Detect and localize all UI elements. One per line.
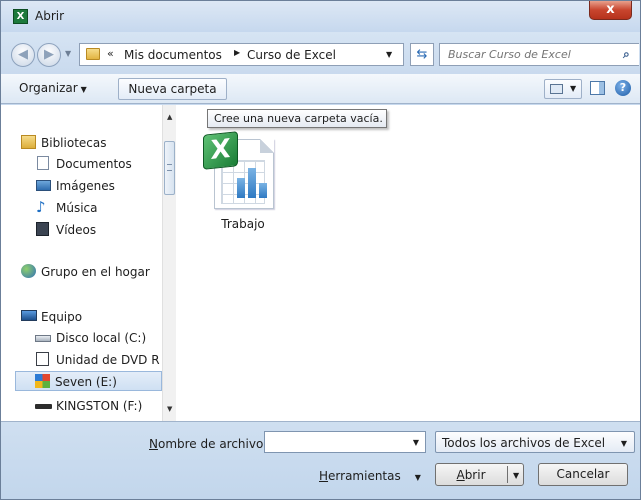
navigation-pane: Bibliotecas Documentos Imágenes ♪ Música…: [1, 105, 176, 421]
tools-menu-button[interactable]: Herramientas ▼: [319, 469, 421, 483]
filename-input[interactable]: [265, 432, 405, 452]
open-options-chevron-icon[interactable]: ▼: [513, 471, 519, 480]
new-folder-tooltip: Cree una nueva carpeta vacía.: [207, 109, 387, 128]
address-dropdown-icon[interactable]: ▼: [386, 50, 392, 59]
drive-icon: [35, 335, 51, 342]
sidebar-item-documentos[interactable]: Documentos: [1, 154, 164, 174]
music-icon: ♪: [36, 198, 46, 216]
organize-label: Organizar: [19, 81, 78, 95]
navigation-scrollbar[interactable]: ▲ ▼: [162, 105, 176, 421]
file-name: Trabajo: [221, 217, 265, 231]
view-icon: [550, 84, 563, 94]
sidebar-item-unidad-de-dvd[interactable]: Unidad de DVD R: [1, 350, 164, 370]
excel-app-icon: X: [13, 9, 28, 24]
cancel-button[interactable]: Cancelar: [538, 463, 628, 486]
file-type-select[interactable]: Todos los archivos de Excel ▼: [435, 431, 635, 453]
sidebar-item-grupo-en-el-hogar[interactable]: Grupo en el hogar: [1, 262, 164, 282]
sidebar-item-equipo[interactable]: Equipo: [1, 307, 164, 327]
scroll-up-icon[interactable]: ▲: [167, 113, 172, 121]
page-fold: [260, 139, 274, 153]
sidebar-item-kingston-f[interactable]: KINGSTON (F:): [1, 396, 164, 416]
folder-icon: [86, 48, 100, 60]
videos-icon: [36, 222, 49, 236]
filename-combobox[interactable]: ▼: [264, 431, 426, 453]
sidebar-item-imagenes[interactable]: Imágenes: [1, 176, 164, 196]
breadcrumb-curso-de-excel[interactable]: Curso de Excel: [247, 48, 336, 62]
command-toolbar: Organizar ▼ Nueva carpeta ▼ ?: [1, 74, 640, 104]
sidebar-item-bibliotecas[interactable]: Bibliotecas: [1, 133, 164, 153]
address-overflow-chevron[interactable]: «: [107, 47, 114, 60]
library-icon: [21, 135, 36, 149]
address-bar[interactable]: « Mis documentos ▶ Curso de Excel ▼: [79, 43, 404, 66]
search-box[interactable]: ⌕: [439, 43, 639, 66]
main-content: Bibliotecas Documentos Imágenes ♪ Música…: [1, 105, 640, 421]
back-button[interactable]: ◀: [11, 43, 35, 67]
change-view-button[interactable]: ▼: [544, 79, 582, 99]
recent-pages-dropdown[interactable]: ▼: [65, 49, 71, 58]
filename-label: Nombre de archivo:: [149, 437, 268, 451]
new-folder-button[interactable]: Nueva carpeta: [118, 78, 227, 100]
window-title: Abrir: [35, 9, 65, 23]
close-button[interactable]: x: [589, 1, 632, 20]
open-button[interactable]: Abrir ▼: [435, 463, 524, 486]
search-icon[interactable]: ⌕: [623, 47, 637, 61]
search-input[interactable]: [440, 44, 610, 65]
chart-bar-icon: [237, 178, 245, 198]
preview-pane-button[interactable]: [590, 81, 605, 95]
forward-button[interactable]: ▶: [37, 43, 61, 67]
chevron-down-icon[interactable]: ▼: [413, 438, 419, 447]
grip-icon: [167, 164, 172, 171]
sidebar-item-videos[interactable]: Vídeos: [1, 220, 164, 240]
sidebar-item-musica[interactable]: ♪ Música: [1, 198, 164, 218]
bottom-panel: Nombre de archivo: ▼ Todos los archivos …: [1, 421, 640, 499]
chevron-down-icon: ▼: [620, 439, 627, 448]
chevron-down-icon: ▼: [80, 85, 87, 94]
dvd-drive-icon: [36, 352, 49, 366]
sidebar-item-seven-e[interactable]: Seven (E:): [15, 371, 162, 391]
documents-icon: [37, 156, 49, 170]
chevron-down-icon[interactable]: ▼: [570, 84, 576, 93]
computer-icon: [21, 310, 37, 321]
chart-bar-icon: [259, 183, 267, 198]
homegroup-icon: [21, 264, 36, 278]
breadcrumb-separator-icon[interactable]: ▶: [234, 48, 240, 57]
usb-drive-icon: [35, 404, 52, 409]
file-type-label: Todos los archivos de Excel: [442, 436, 606, 450]
scrollbar-thumb[interactable]: [164, 141, 175, 195]
open-dialog: X Abrir x ◀ ▶ ▼ « Mis documentos ▶ Curso…: [0, 0, 641, 500]
chart-bar-icon: [248, 168, 256, 198]
scroll-down-icon[interactable]: ▼: [167, 405, 172, 413]
excel-logo-icon: X: [203, 131, 238, 170]
split-divider: [507, 466, 508, 483]
open-label: Abrir: [456, 468, 486, 482]
windows-drive-icon: [35, 374, 50, 388]
title-bar: X Abrir x: [1, 1, 640, 32]
organize-menu-button[interactable]: Organizar ▼: [19, 81, 87, 95]
breadcrumb-mis-documentos[interactable]: Mis documentos: [124, 48, 222, 62]
file-item-trabajo[interactable]: X Trabajo: [198, 131, 288, 243]
refresh-button[interactable]: ⇆: [410, 43, 434, 66]
chevron-down-icon: ▼: [414, 473, 421, 482]
sidebar-item-disco-local-c[interactable]: Disco local (C:): [1, 328, 164, 348]
address-row: ◀ ▶ ▼ « Mis documentos ▶ Curso de Excel …: [1, 32, 640, 74]
pictures-icon: [36, 180, 51, 191]
help-icon[interactable]: ?: [615, 80, 631, 96]
